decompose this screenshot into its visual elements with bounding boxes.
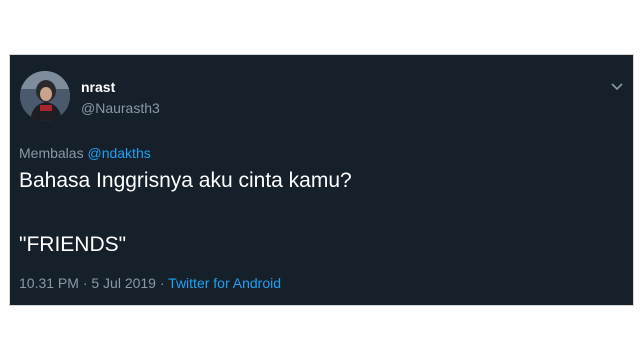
reply-context: Membalas @ndakths [19, 145, 151, 161]
avatar-photo [20, 71, 70, 121]
tweet-text-line-1: Bahasa Inggrisnya aku cinta kamu? [19, 169, 352, 192]
tweet-metadata: 10.31 PM · 5 Jul 2019 · Twitter for Andr… [19, 275, 281, 291]
page: nrast @Naurasth3 Membalas @ndakths Bahas… [0, 0, 640, 360]
display-name[interactable]: nrast [81, 79, 115, 95]
tweet-card[interactable]: nrast @Naurasth3 Membalas @ndakths Bahas… [9, 54, 634, 306]
reply-prefix: Membalas [19, 145, 84, 161]
reply-mention-link[interactable]: @ndakths [87, 145, 150, 161]
tweet-source-link[interactable]: Twitter for Android [168, 275, 281, 291]
avatar[interactable] [20, 71, 70, 121]
chevron-down-icon[interactable] [610, 79, 624, 91]
tweet-text-line-2: "FRIENDS" [19, 233, 127, 256]
tweet-timestamp[interactable]: 10.31 PM · 5 Jul 2019 · [19, 275, 165, 291]
user-handle[interactable]: @Naurasth3 [81, 100, 160, 116]
